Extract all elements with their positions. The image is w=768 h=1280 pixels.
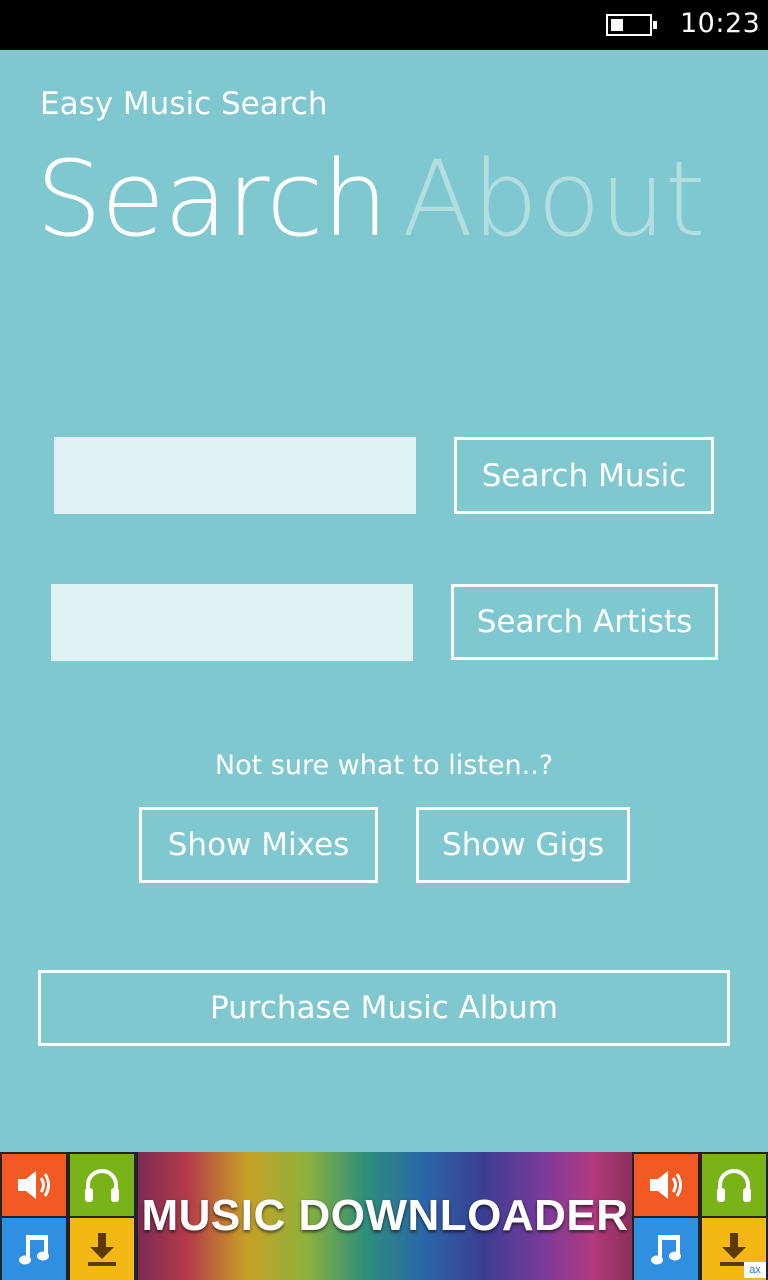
tab-search[interactable]: Search <box>36 138 388 260</box>
music-search-input[interactable] <box>54 437 416 514</box>
tab-about[interactable]: About <box>402 138 705 260</box>
ad-title: MUSIC DOWNLOADER <box>141 1191 629 1240</box>
headphones-icon <box>70 1154 134 1216</box>
battery-icon <box>606 14 657 36</box>
ad-badge[interactable]: ax <box>744 1262 766 1278</box>
download-icon <box>70 1218 134 1280</box>
artist-search-input[interactable] <box>51 584 413 661</box>
purchase-album-button[interactable]: Purchase Music Album <box>38 970 730 1046</box>
discover-hint: Not sure what to listen..? <box>214 750 554 781</box>
search-artists-button[interactable]: Search Artists <box>451 584 718 660</box>
status-bar: 10:23 <box>0 0 768 50</box>
speaker-icon <box>634 1154 698 1216</box>
music-note-icon <box>2 1218 66 1280</box>
search-music-button[interactable]: Search Music <box>454 437 714 514</box>
show-mixes-button[interactable]: Show Mixes <box>139 807 378 883</box>
ad-banner[interactable]: MUSIC DOWNLOADER ax <box>0 1152 768 1280</box>
show-gigs-button[interactable]: Show Gigs <box>416 807 630 883</box>
headphones-icon <box>702 1154 766 1216</box>
music-note-icon <box>634 1218 698 1280</box>
status-time: 10:23 <box>680 8 761 39</box>
app-title: Easy Music Search <box>40 86 328 122</box>
speaker-icon <box>2 1154 66 1216</box>
ad-title-area[interactable]: MUSIC DOWNLOADER <box>138 1152 632 1280</box>
